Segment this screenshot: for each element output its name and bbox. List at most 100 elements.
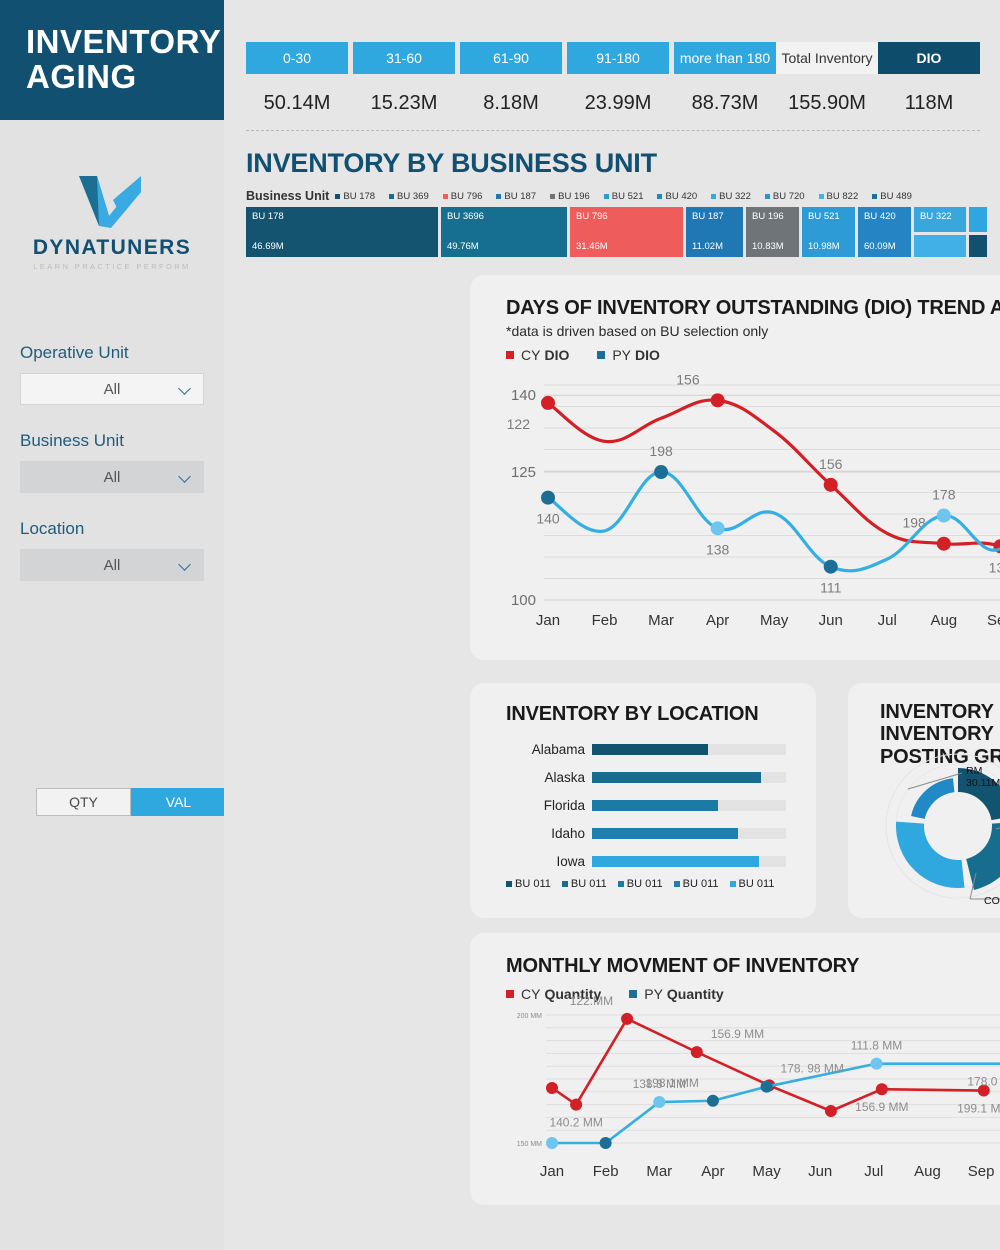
treemap-tile-small-3[interactable]	[969, 235, 987, 257]
dio-data-point[interactable]	[541, 490, 555, 505]
bu-legend-item-4[interactable]: BU 196	[550, 191, 590, 202]
location-legend-item-4[interactable]: BU 011	[729, 878, 774, 890]
treemap-tile-3[interactable]: BU 187 11.02M	[686, 207, 743, 257]
donut-callout-value: COM 44.03M	[984, 895, 1000, 907]
location-bar-row[interactable]: Iowa	[506, 850, 786, 872]
donut-slice-3[interactable]	[911, 778, 955, 819]
chevron-down-icon	[178, 382, 191, 395]
treemap-tile-5[interactable]: BU 521 10.98M	[802, 207, 855, 257]
treemap-tile-2[interactable]: BU 796 31.46M	[570, 207, 683, 257]
bu-legend-label: BU 796	[450, 190, 483, 202]
kpi-header-5[interactable]: Total Inventory	[776, 42, 878, 74]
kpi-header-1[interactable]: 31-60	[353, 42, 455, 74]
bu-legend-item-1[interactable]: BU 369	[389, 191, 429, 202]
bu-legend-item-6[interactable]: BU 420	[657, 191, 697, 202]
location-bar-row[interactable]: Idaho	[506, 822, 786, 844]
dio-data-point[interactable]	[936, 536, 951, 551]
location-bar-row[interactable]: Florida	[506, 794, 786, 816]
mm-data-point[interactable]	[760, 1080, 773, 1093]
mm-data-point[interactable]	[546, 1137, 558, 1149]
treemap-tile-1[interactable]: BU 3696 49.76M	[441, 207, 567, 257]
kpi-header-4[interactable]: more than 180	[674, 42, 776, 74]
dropdown-business-unit[interactable]: All	[20, 461, 204, 493]
kpi-cell-0[interactable]: 0-30 50.14M	[246, 42, 348, 115]
mm-data-point[interactable]	[690, 1046, 703, 1059]
donut-slice-1[interactable]	[966, 821, 1000, 891]
dio-data-point[interactable]	[823, 559, 838, 574]
mm-ytick: 200 MM	[517, 1013, 542, 1020]
dio-data-point[interactable]	[710, 393, 725, 408]
bu-legend-item-5[interactable]: BU 521	[603, 191, 643, 202]
kpi-cell-5[interactable]: Total Inventory 155.90M	[776, 42, 878, 115]
dio-xtick: Apr	[706, 612, 729, 629]
legend-swatch-icon	[550, 193, 556, 199]
bu-legend-item-10[interactable]: BU 489	[872, 191, 912, 202]
dropdown-operative-unit[interactable]: All	[20, 373, 204, 405]
mm-data-point[interactable]	[875, 1083, 888, 1096]
bu-legend-item-0[interactable]: BU 178	[335, 191, 375, 202]
treemap-tile-0[interactable]: BU 178 46.69M	[246, 207, 438, 257]
mm-xtick: Jan	[540, 1163, 564, 1180]
mm-xtick: May	[752, 1163, 781, 1180]
mm-data-point[interactable]	[621, 1012, 634, 1025]
location-legend-item-0[interactable]: BU 011	[506, 878, 551, 890]
dio-data-point[interactable]	[654, 465, 669, 480]
toggle-val-button[interactable]: VAL	[131, 788, 226, 816]
dio-point-label: 198	[649, 443, 673, 459]
chevron-down-icon	[178, 558, 191, 571]
kpi-cell-4[interactable]: more than 180 88.73M	[674, 42, 776, 115]
kpi-cell-6[interactable]: DIO 118M	[878, 42, 980, 115]
dio-data-point[interactable]	[936, 508, 951, 523]
business-unit-treemap: BU 178 46.69M BU 3696 49.76M BU 796 31.46M BU …	[246, 207, 1000, 257]
filter-location: Location All	[0, 519, 224, 581]
bu-legend-item-9[interactable]: BU 822	[818, 191, 858, 202]
dashboard-title-line1: INVENTORY	[26, 23, 222, 61]
mm-data-point[interactable]	[546, 1081, 558, 1094]
chevron-down-icon	[178, 470, 191, 483]
treemap-tile-4[interactable]: BU 196 10.83M	[746, 207, 799, 257]
treemap-tile-name: BU 3696	[447, 211, 484, 222]
location-bar-row[interactable]: Alaska	[506, 766, 786, 788]
bu-legend-item-3[interactable]: BU 187	[496, 191, 536, 202]
mm-data-point[interactable]	[870, 1057, 883, 1070]
bu-legend-item-2[interactable]: BU 796	[442, 190, 483, 202]
dio-xtick: Sep	[987, 612, 1000, 629]
location-legend-item-3[interactable]: BU 011	[673, 878, 719, 890]
location-legend-item-1[interactable]: BU 011	[561, 878, 607, 890]
dio-point-label: 138	[706, 541, 730, 557]
dio-data-point[interactable]	[710, 521, 725, 536]
dio-xtick: Jul	[878, 612, 897, 629]
treemap-tile-small-1[interactable]	[914, 235, 966, 257]
legend-swatch-icon	[764, 193, 770, 199]
kpi-cell-3[interactable]: 91-180 23.99M	[567, 42, 669, 115]
mm-data-point[interactable]	[824, 1105, 837, 1117]
toggle-qty-button[interactable]: QTY	[36, 788, 131, 816]
kpi-header-3[interactable]: 91-180	[567, 42, 669, 74]
treemap-tile-6[interactable]: BU 420 60.09M	[858, 207, 911, 257]
mm-data-point[interactable]	[599, 1137, 612, 1149]
kpi-cell-1[interactable]: 31-60 15.23M	[353, 42, 455, 115]
kpi-header-6[interactable]: DIO	[878, 42, 980, 74]
dropdown-location[interactable]: All	[20, 549, 204, 581]
kpi-cell-2[interactable]: 61-90 8.18M	[460, 42, 562, 115]
mm-data-point[interactable]	[570, 1098, 583, 1111]
treemap-tile-small-2[interactable]	[969, 207, 987, 232]
treemap-tile-small-0[interactable]: BU 322	[914, 207, 966, 232]
mm-point-label: 178.0 MM	[967, 1075, 1000, 1089]
mm-xtick: Jun	[808, 1163, 832, 1180]
bu-legend-item-7[interactable]: BU 322	[711, 191, 751, 202]
mm-data-point[interactable]	[706, 1094, 719, 1107]
location-bar-row[interactable]: Alabama	[506, 738, 786, 760]
dio-data-point[interactable]	[541, 395, 555, 410]
location-legend-item-2[interactable]: BU 011	[617, 878, 663, 890]
dio-point-label: 140	[536, 511, 560, 527]
location-bar-label: Alabama	[531, 741, 585, 757]
bu-legend-item-8[interactable]: BU 720	[764, 191, 805, 202]
kpi-header-0[interactable]: 0-30	[246, 42, 348, 74]
mm-data-point[interactable]	[653, 1096, 666, 1109]
kpi-header-2[interactable]: 61-90	[460, 42, 562, 74]
dio-xtick: Mar	[648, 612, 674, 629]
dio-data-point[interactable]	[823, 477, 838, 492]
mm-ytick: 150 MM	[517, 1141, 542, 1148]
donut-slice-2[interactable]	[896, 821, 965, 888]
